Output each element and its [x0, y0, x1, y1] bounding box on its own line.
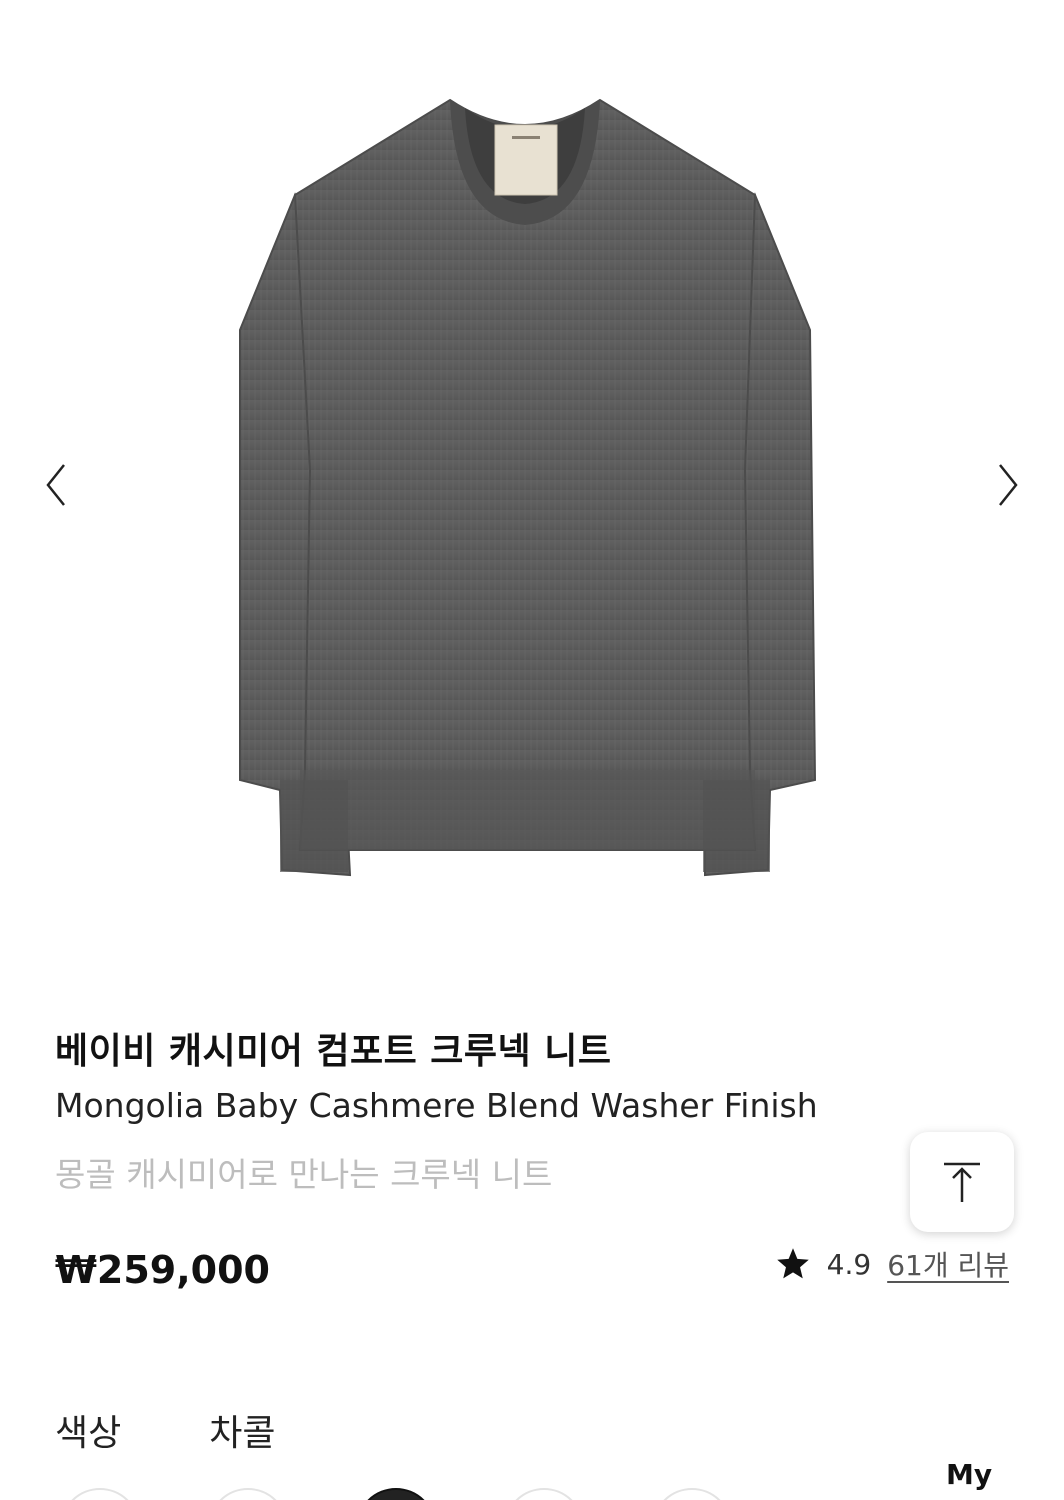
arrow-up-to-top-icon: [944, 1162, 980, 1202]
star-icon: [776, 1248, 809, 1279]
product-image-carousel[interactable]: [0, 0, 1064, 980]
color-option-label: 색상: [55, 1413, 122, 1454]
product-detail-page: 베이비 캐시미어 컴포트 크루넥 니트 Mongolia Baby Cashme…: [0, 0, 1064, 1500]
color-swatch[interactable]: [208, 1488, 288, 1500]
scroll-to-top-button[interactable]: [910, 1132, 1014, 1232]
product-rating: 4.9 61개 리뷰: [775, 1244, 1009, 1284]
product-image-sweater: [239, 98, 817, 877]
color-swatch[interactable]: [504, 1488, 584, 1500]
my-nav-label[interactable]: My: [946, 1458, 992, 1491]
product-title-english: Mongolia Baby Cashmere Blend Washer Fini…: [55, 1086, 818, 1125]
chevron-right-icon: [999, 464, 1018, 506]
selected-color-value: 차콜: [209, 1413, 276, 1454]
color-swatch-list: [60, 1488, 732, 1500]
carousel-next-button[interactable]: [988, 455, 1028, 515]
color-swatch[interactable]: [60, 1488, 140, 1500]
review-count-link[interactable]: 61개 리뷰: [887, 1244, 1009, 1284]
product-title-korean: 베이비 캐시미어 컴포트 크루넥 니트: [55, 1031, 612, 1072]
color-swatch[interactable]: [652, 1488, 732, 1500]
carousel-prev-button[interactable]: [36, 455, 76, 515]
color-option-row: 색상 차콜: [55, 1404, 276, 1456]
product-price: ₩259,000: [55, 1248, 270, 1292]
rating-score: 4.9: [826, 1247, 872, 1281]
color-swatch[interactable]: [356, 1488, 436, 1500]
chevron-left-icon: [46, 464, 65, 506]
product-subtitle: 몽골 캐시미어로 만나는 크루넥 니트: [55, 1155, 553, 1194]
